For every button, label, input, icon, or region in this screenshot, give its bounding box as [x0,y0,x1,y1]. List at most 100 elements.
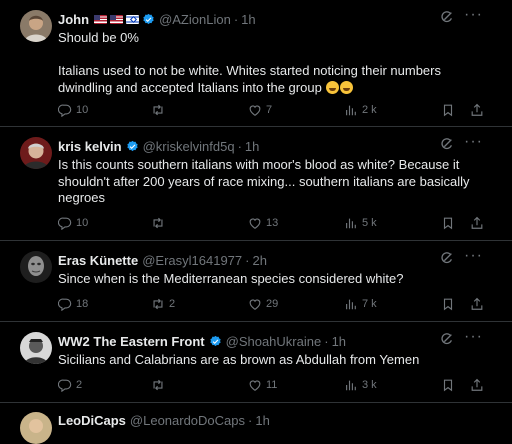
reply-feed: John @AZionLion · 1h ··· Should be 0% It… [0,0,512,444]
reply-button[interactable]: 10 [58,216,88,230]
tweet-text: Should be 0% Italians used to not be whi… [58,30,490,96]
grok-icon[interactable] [440,251,454,265]
repost-button[interactable] [151,103,169,117]
user-handle[interactable]: @AZionLion [159,12,231,27]
display-name[interactable]: Eras Künette [58,253,138,268]
share-icon[interactable] [470,216,484,230]
like-button[interactable]: 11 [248,378,277,392]
text-line: dwindling and accepted Italians into the… [58,79,322,95]
views-button[interactable]: 5 k [344,216,377,230]
reply-button[interactable]: 2 [58,378,82,392]
heart-icon [249,299,261,310]
avatar[interactable] [20,10,52,42]
avatar[interactable] [20,137,52,169]
reply-tweet-1[interactable]: John @AZionLion · 1h ··· Should be 0% It… [0,0,512,127]
separator-dot: · [233,11,239,27]
views-button[interactable]: 3 k [344,378,377,392]
israel-flag-icon [126,14,140,24]
user-handle[interactable]: @LeonardoDoCaps [130,413,245,428]
timestamp[interactable]: 2h [252,253,266,268]
views-icon [346,299,356,310]
display-name[interactable]: kris kelvin [58,139,122,154]
views-button[interactable]: 2 k [344,103,377,117]
grok-icon[interactable] [440,10,454,24]
more-options-icon[interactable]: ··· [464,248,482,265]
tweet-actions: 2 11 3 k [58,378,490,394]
more-options-icon[interactable]: ··· [464,134,482,151]
reply-tweet-3[interactable]: Eras Künette @Erasyl1641977 · 2h ··· Sin… [0,241,512,322]
tweet-header: John @AZionLion · 1h [58,10,442,28]
separator-dot: · [324,333,329,349]
display-name[interactable]: WW2 The Eastern Front [58,334,205,349]
tweet-actions: 10 7 2 k [58,103,490,119]
reply-count: 10 [76,217,89,229]
user-handle[interactable]: @kriskelvinfd5q [143,139,235,154]
avatar[interactable] [20,251,52,283]
avatar[interactable] [20,332,52,364]
display-name[interactable]: LeoDiCaps [58,413,126,428]
reply-button[interactable]: 10 [58,103,88,117]
user-handle[interactable]: @Erasyl1641977 [142,253,242,268]
repost-icon [153,379,163,391]
text-line: Should be 0% [58,30,139,45]
repost-icon [153,298,163,310]
user-handle[interactable]: @ShoahUkraine [226,334,322,349]
reply-icon [58,379,72,392]
reply-tweet-4[interactable]: WW2 The Eastern Front @ShoahUkraine · 1h… [0,322,512,403]
repost-button[interactable]: 2 [151,297,175,311]
rofl-emoji-icon [326,80,340,94]
reply-icon [58,298,72,311]
tweet-actions: 18 2 29 7 k [58,297,490,313]
grok-icon[interactable] [440,137,454,151]
heart-icon [249,218,261,229]
tweet-header: Eras Künette @Erasyl1641977 · 2h [58,251,442,269]
share-icon[interactable] [470,297,484,311]
like-button[interactable]: 13 [248,216,278,230]
timestamp[interactable]: 1h [245,139,259,154]
repost-icon [153,217,163,229]
share-icon[interactable] [470,378,484,392]
text-line: Since when is the Mediterranean species … [58,271,404,286]
text-line: Is this counts southern italians with mo… [58,157,460,172]
views-icon [346,380,356,391]
text-line: negroes [58,190,105,205]
reply-icon [58,217,72,230]
more-options-icon[interactable]: ··· [464,7,482,24]
reply-tweet-5[interactable]: LeoDiCaps @LeonardoDoCaps · 1h [0,403,512,444]
view-count: 7 k [362,298,377,310]
views-button[interactable]: 7 k [344,297,377,311]
repost-button[interactable] [151,378,169,392]
repost-button[interactable] [151,216,169,230]
bookmark-icon[interactable] [441,297,455,311]
reply-count: 10 [76,104,89,116]
reply-button[interactable]: 18 [58,297,88,311]
bookmark-icon[interactable] [441,216,455,230]
heart-icon [249,380,261,391]
like-count: 11 [266,379,278,391]
reply-tweet-2[interactable]: kris kelvin @kriskelvinfd5q · 1h ··· Is … [0,127,512,241]
tweet-header: LeoDiCaps @LeonardoDoCaps · 1h [58,411,442,429]
more-options-icon[interactable]: ··· [464,329,482,346]
timestamp[interactable]: 1h [255,413,269,428]
bookmark-icon[interactable] [441,378,455,392]
display-name[interactable]: John [58,12,89,27]
us-flag-icon [110,14,124,24]
rofl-emoji-icon [340,80,354,94]
text-line: Sicilians and Calabrians are as brown as… [58,352,420,367]
verified-badge-icon [126,140,138,151]
text-line-with-emoji: dwindling and accepted Italians into the… [58,80,490,97]
text-line-blank [58,47,490,64]
share-icon[interactable] [470,103,484,117]
like-button[interactable]: 29 [248,297,278,311]
timestamp[interactable]: 1h [241,12,255,27]
bookmark-icon[interactable] [441,103,455,117]
like-button[interactable]: 7 [248,103,272,117]
repost-icon [153,104,163,116]
reply-icon [58,104,72,117]
text-line: Italians used to not be white. Whites st… [58,63,441,78]
repost-count: 2 [169,298,176,310]
avatar[interactable] [20,412,52,444]
verified-badge-icon [209,335,221,346]
timestamp[interactable]: 1h [332,334,346,349]
grok-icon[interactable] [440,332,454,346]
